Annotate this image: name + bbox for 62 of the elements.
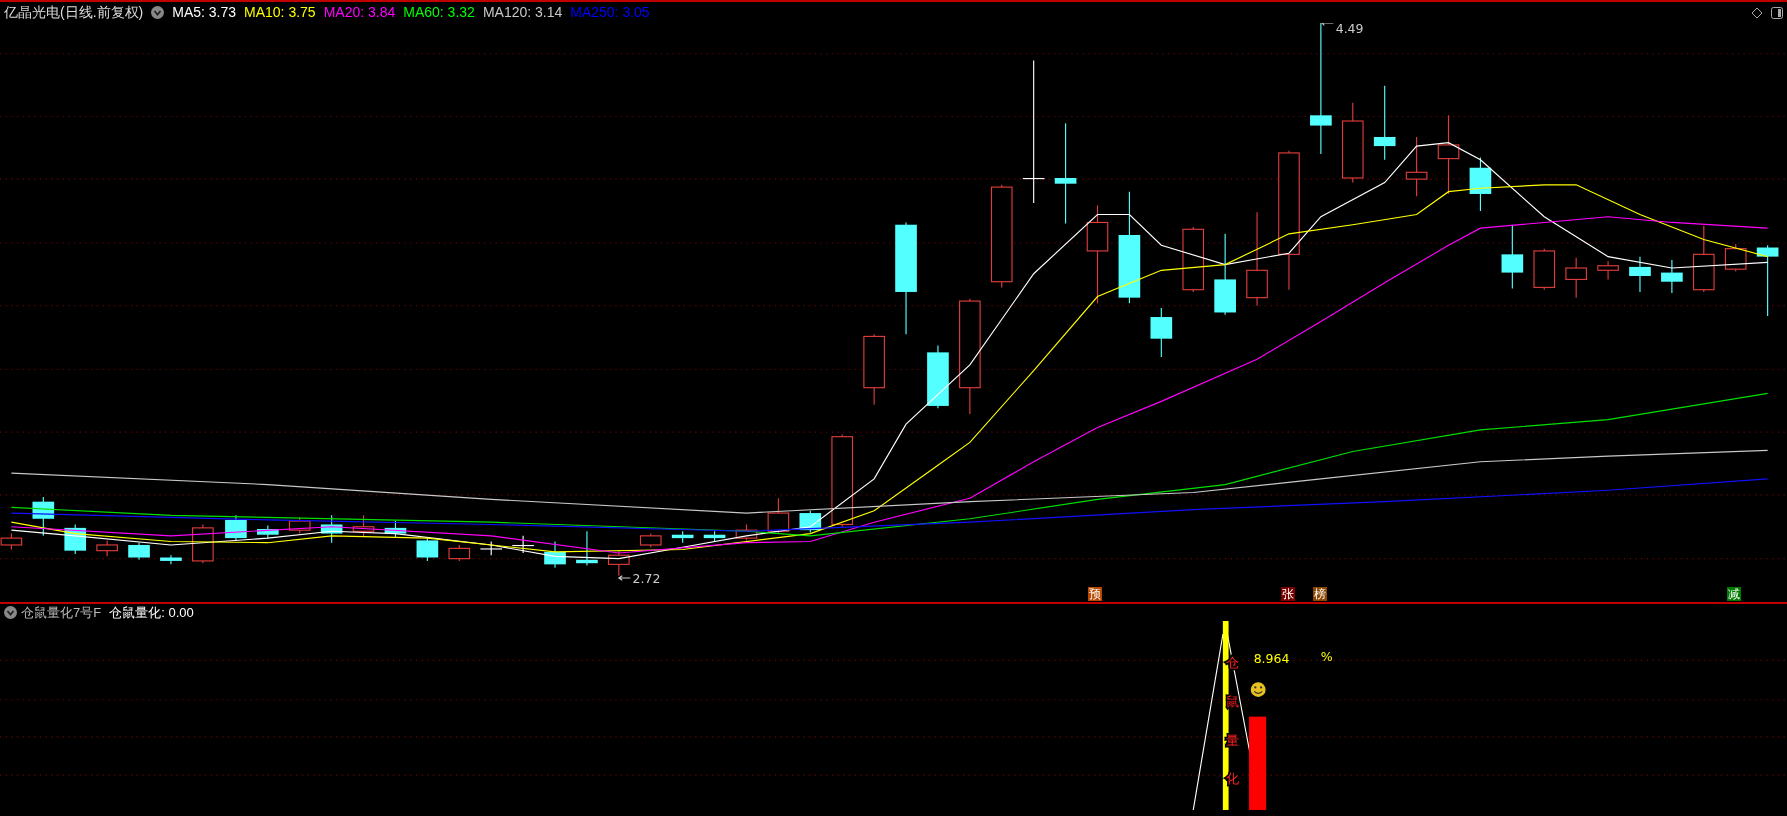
candlestick	[1182, 226, 1205, 293]
candlestick	[64, 523, 87, 555]
candlestick	[257, 525, 279, 539]
candlestick	[608, 550, 630, 577]
leader-line	[1321, 23, 1334, 26]
candlestick	[1405, 136, 1428, 197]
moving-average-reading: MA120: 3.14	[482, 3, 563, 22]
candlestick	[0, 533, 23, 551]
indicator-reading: 仓鼠量化: 0.00	[109, 603, 194, 622]
signal-tag: 榜	[1313, 587, 1327, 601]
candlestick	[96, 539, 118, 557]
candlestick	[480, 540, 502, 556]
signal-tag: 减	[1727, 587, 1741, 601]
candlestick	[225, 514, 247, 541]
candlestick	[384, 520, 407, 538]
signal-tag: 张	[1281, 587, 1295, 601]
signal-tag: 预	[1088, 587, 1102, 601]
diamond-icon[interactable]	[1751, 6, 1763, 19]
candlestick	[320, 514, 343, 544]
candlestick	[416, 536, 439, 562]
candlestick	[32, 496, 55, 537]
moving-average-reading: MA20: 3.84	[323, 3, 396, 22]
moving-average-reading: MA250: 3.05	[570, 3, 650, 22]
candlestick	[1533, 248, 1556, 291]
indicator-name: 仓鼠量化7号F	[21, 603, 102, 622]
indicator-value: 8.964	[1253, 650, 1290, 666]
candlestick	[1724, 243, 1747, 272]
candlestick	[1597, 260, 1619, 280]
candlestick	[288, 517, 311, 535]
candlestick	[1565, 257, 1587, 299]
candlestick	[128, 542, 150, 561]
candlestick	[703, 530, 726, 543]
smiley-icon	[1250, 682, 1266, 697]
candlestick	[576, 530, 598, 567]
panel-toggle-icon[interactable]	[1771, 6, 1783, 19]
candlestick	[544, 540, 566, 569]
unit-label: %	[1320, 649, 1333, 665]
candlestick	[1661, 259, 1683, 294]
candlestick	[1693, 225, 1715, 293]
candlestick	[1629, 256, 1651, 293]
dropdown-icon[interactable]	[4, 606, 17, 619]
candlestick	[448, 544, 471, 562]
candlestick	[160, 554, 182, 565]
moving-average-reading: MA5: 3.73	[172, 3, 237, 22]
candlestick	[352, 514, 375, 537]
dropdown-icon[interactable]	[151, 6, 165, 19]
candlestick	[671, 530, 694, 544]
candlestick	[927, 344, 949, 409]
candlestick	[799, 510, 822, 533]
candlestick	[735, 523, 758, 541]
candlestick	[1469, 156, 1492, 212]
leader-line	[617, 575, 631, 581]
candlestick	[767, 497, 790, 535]
candlestick	[1501, 224, 1524, 290]
candlestick	[1150, 307, 1173, 358]
low-price-label: 2.72	[632, 570, 661, 586]
candlestick	[639, 533, 662, 548]
chart-title: 亿晶光电(日线.前复权)	[4, 3, 144, 22]
candlestick	[512, 535, 534, 554]
moving-average-reading: MA10: 3.75	[244, 3, 316, 22]
high-price-label: 4.49	[1335, 23, 1364, 37]
moving-average-reading: MA60: 3.32	[403, 3, 475, 22]
